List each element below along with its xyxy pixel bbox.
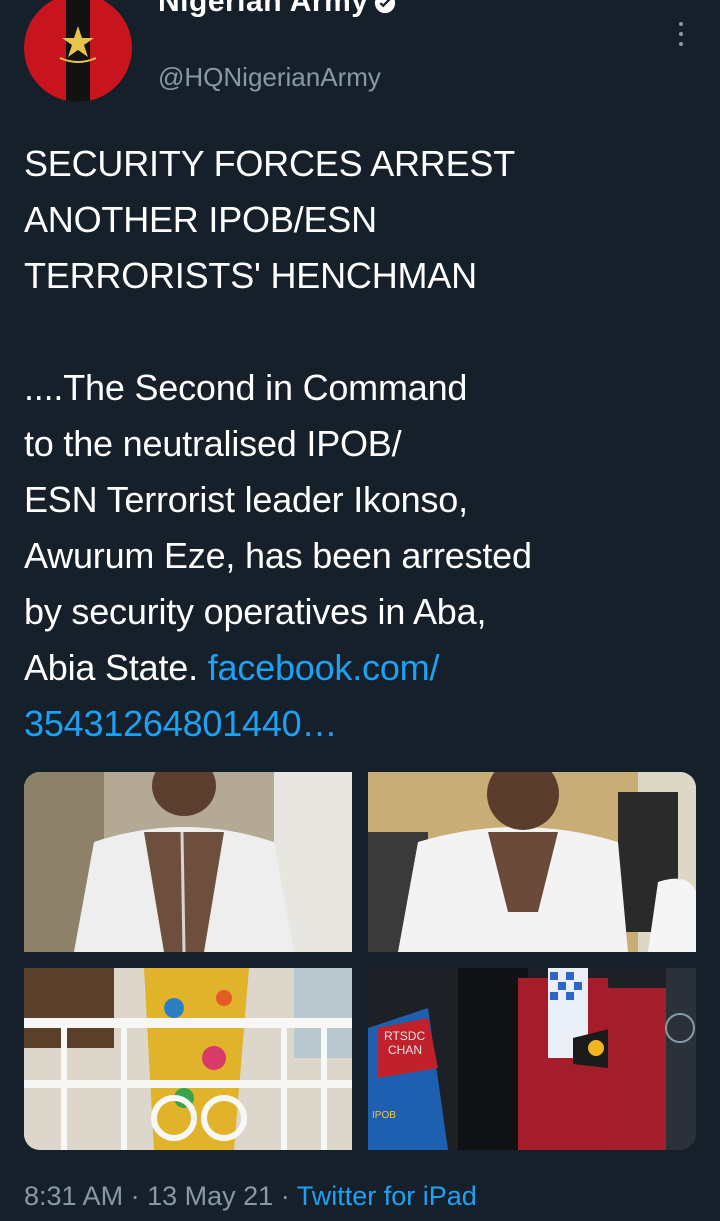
tweet-body: ....The Second in Command to the neutral… xyxy=(24,367,532,688)
media-photo-4[interactable]: RTSDC CHAN IPOB xyxy=(368,968,696,1150)
tweet-date[interactable]: 13 May 21 xyxy=(147,1181,273,1211)
tweet-text: SECURITY FORCES ARREST ANOTHER IPOB/ESN … xyxy=(24,136,696,752)
verified-badge-icon xyxy=(375,0,396,14)
tweet-header: Nigerian Army @HQNigerianArmy xyxy=(0,0,720,120)
army-crest-icon xyxy=(59,26,97,63)
tweet-source[interactable]: Twitter for iPad xyxy=(297,1181,477,1211)
author-name-text: Nigerian Army xyxy=(158,0,369,18)
banner-text-1: RTSDC xyxy=(384,1029,425,1043)
photo-3-image xyxy=(24,968,352,1150)
photo-2-image xyxy=(368,772,696,952)
author-handle[interactable]: @HQNigerianArmy xyxy=(158,60,381,94)
tweet-time[interactable]: 8:31 AM xyxy=(24,1181,123,1211)
author-name[interactable]: Nigerian Army xyxy=(158,0,396,17)
avatar[interactable] xyxy=(24,0,132,102)
meta-separator: · xyxy=(280,1181,290,1211)
banner-text-2: CHAN xyxy=(388,1043,422,1057)
media-grid: RTSDC CHAN IPOB xyxy=(24,772,696,1150)
more-options-icon[interactable] xyxy=(676,22,686,52)
photo-1-image xyxy=(24,772,352,952)
photo-4-image: RTSDC CHAN IPOB xyxy=(368,968,696,1150)
tweet-headline: SECURITY FORCES ARREST ANOTHER IPOB/ESN … xyxy=(24,143,516,296)
media-photo-1[interactable] xyxy=(24,772,352,952)
banner-text-3: IPOB xyxy=(372,1110,396,1121)
media-photo-3[interactable] xyxy=(24,968,352,1150)
meta-separator: · xyxy=(130,1181,140,1211)
tweet-meta: 8:31 AM · 13 May 21 · Twitter for iPad xyxy=(24,1176,477,1216)
media-photo-2[interactable] xyxy=(368,772,696,952)
